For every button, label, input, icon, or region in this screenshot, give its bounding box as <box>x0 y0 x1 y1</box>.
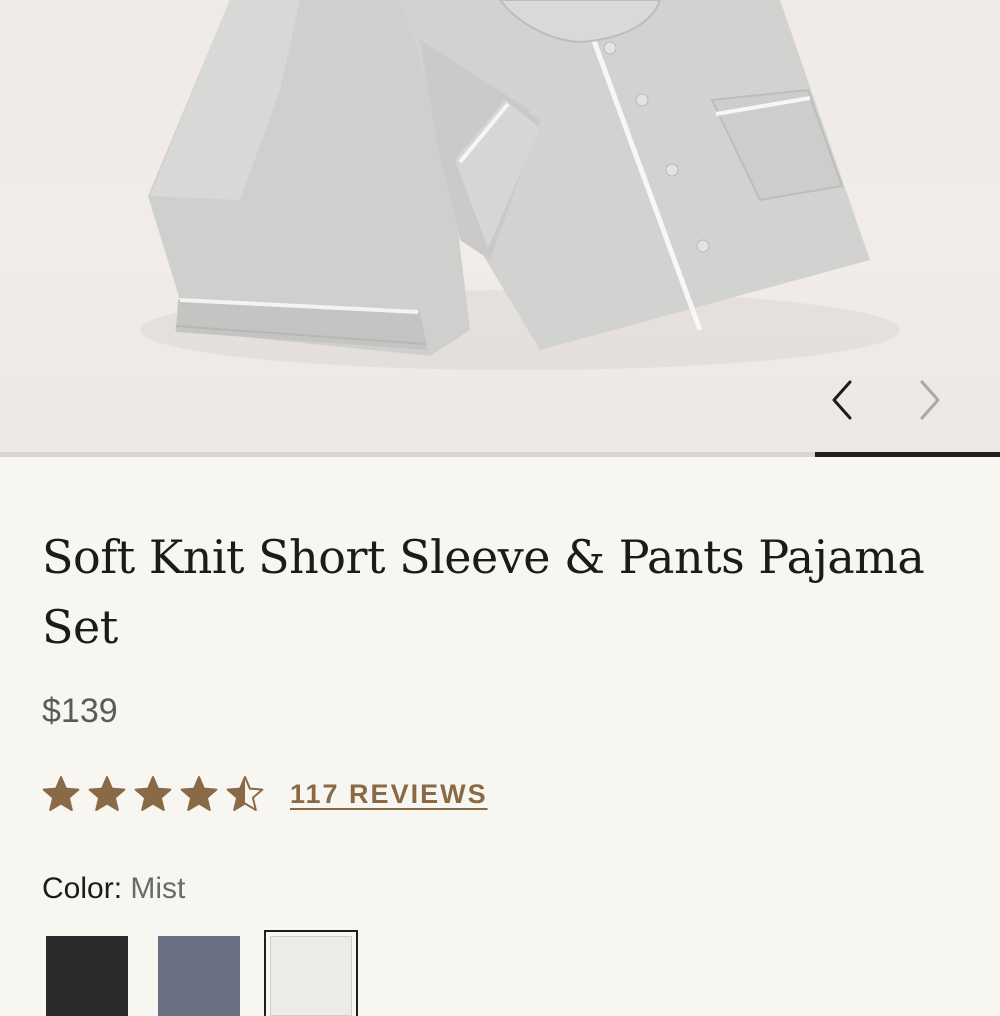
color-swatches <box>46 930 382 1016</box>
previous-image-button[interactable] <box>814 372 870 428</box>
star-full-icon <box>88 776 126 811</box>
chevron-right-icon <box>920 380 940 420</box>
reviews-link[interactable]: 117 REVIEWS <box>290 779 488 810</box>
star-full-icon <box>42 776 80 811</box>
product-price: $139 <box>42 692 118 730</box>
star-full-icon <box>134 776 172 811</box>
product-image-gallery[interactable] <box>0 0 1000 452</box>
selected-color-name: Mist <box>130 872 186 905</box>
gallery-progress-bar <box>0 452 1000 457</box>
star-rating <box>42 775 272 813</box>
gallery-progress-indicator <box>815 452 1000 457</box>
product-title: Soft Knit Short Sleeve & Pants Pajama Se… <box>42 530 925 654</box>
color-selector-label: Color: Mist <box>42 872 185 906</box>
color-swatch-black[interactable] <box>46 936 128 1016</box>
color-swatch-slate[interactable] <box>158 936 240 1016</box>
next-image-button[interactable] <box>902 372 958 428</box>
star-half-icon <box>226 776 264 811</box>
star-full-icon <box>180 776 218 811</box>
color-label: Color: <box>42 872 123 905</box>
chevron-left-icon <box>832 380 852 420</box>
color-swatch-mist[interactable] <box>264 930 358 1016</box>
product-rating: 117 REVIEWS <box>42 770 488 818</box>
